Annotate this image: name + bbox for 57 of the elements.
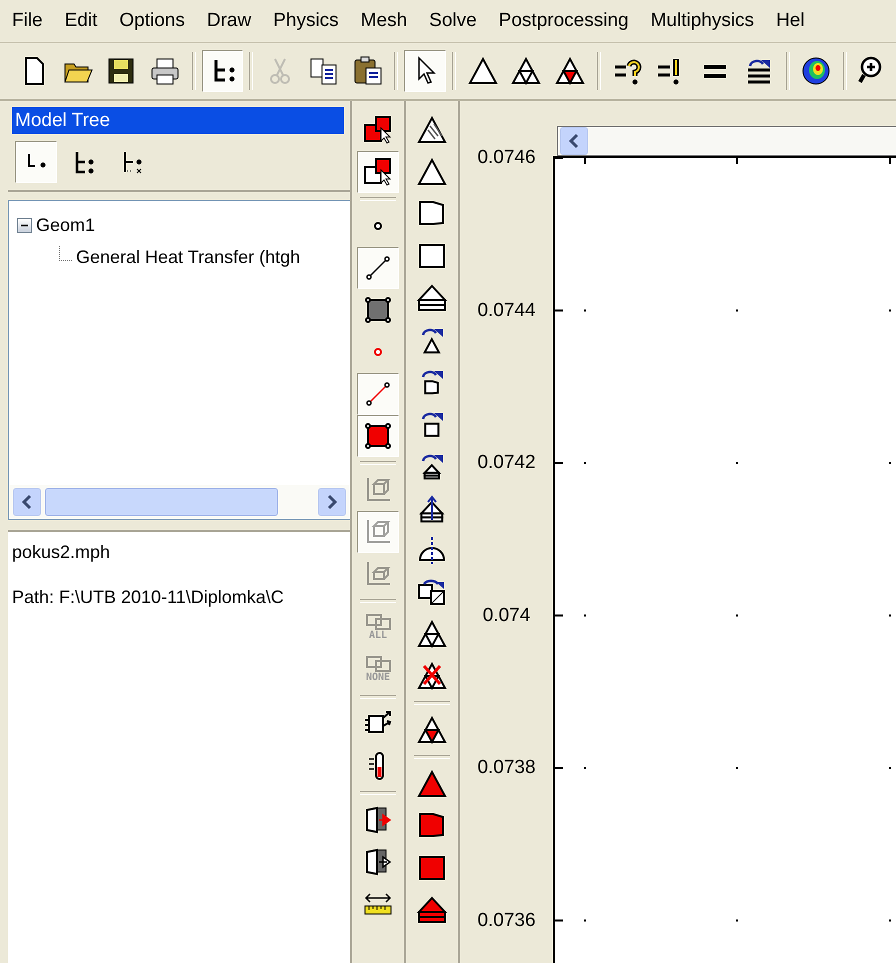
point-icon [374,348,382,356]
axis-tick-label: 0.0736 [477,908,536,932]
axis-tick-label: 0.074 [482,604,530,628]
square-icon [362,420,394,452]
chevron-left-icon [20,494,34,510]
subdivided-triangle-icon [510,55,542,87]
menu-item[interactable]: Draw [196,10,262,32]
toolbar-button[interactable] [202,50,244,92]
scrollbar-thumb[interactable] [45,488,278,516]
menu-item[interactable]: Edit [54,10,108,32]
toolbar-button[interactable] [357,247,399,289]
hatched-triangle-icon [416,114,448,146]
menu-item[interactable]: Hel [765,10,816,32]
panel-title: Model Tree [12,107,344,134]
toolbar-button[interactable] [357,151,399,193]
file-name: pokus2.mph [12,542,112,563]
scroll-left-button[interactable] [560,127,588,155]
menu-item[interactable]: File [1,10,54,32]
axis-tick-label: 0.0746 [477,146,536,170]
axis-tick-label: 0.0738 [477,756,536,780]
select-objects-icon [362,114,394,146]
toolbar-button[interactable] [357,415,399,457]
menu-item[interactable]: Options [108,10,196,32]
axis-tick-label: 0.0744 [477,298,536,322]
marked-triangle-icon [554,55,586,87]
triangle-icon [416,156,448,188]
chevron-left-icon [567,133,581,149]
toolbar-button[interactable] [404,50,446,92]
layered-triangle-icon [416,282,448,314]
scroll-right-button[interactable] [318,488,346,516]
overlapping-squares-icon [366,656,390,672]
scroll-left-button[interactable] [13,488,41,516]
menu-item[interactable]: Postprocessing [488,10,640,32]
marked-triangle-icon [416,714,448,746]
menu-item[interactable]: Solve [418,10,488,32]
revolve-icon [416,534,448,566]
overlapping-squares-icon [366,614,390,630]
triangle-icon [466,55,499,87]
clipboard-icon [352,55,384,87]
axis-tick-label: 0.0742 [477,451,536,475]
view-button[interactable] [15,141,57,183]
tree-item[interactable]: General Heat Transfer (htgh [76,246,300,268]
layered-triangle-icon [416,894,448,926]
menu-item[interactable]: Multiphysics [640,10,766,32]
menu-item[interactable]: Mesh [350,10,418,32]
delete-mesh-icon [416,660,448,692]
color-plot-icon [800,55,832,87]
tree-item[interactable]: Geom1 [36,214,96,236]
chevron-right-icon [325,494,339,510]
triangle-icon [416,768,448,800]
select-objects-icon [362,156,394,188]
point-icon [374,222,382,230]
collapse-button[interactable] [17,218,32,232]
menu-item[interactable]: Physics [262,10,350,32]
square-icon [362,294,394,326]
file-path: Path: F:\UTB 2010-11\Diplomka\C [12,587,285,608]
subdivided-triangle-icon [416,618,448,650]
